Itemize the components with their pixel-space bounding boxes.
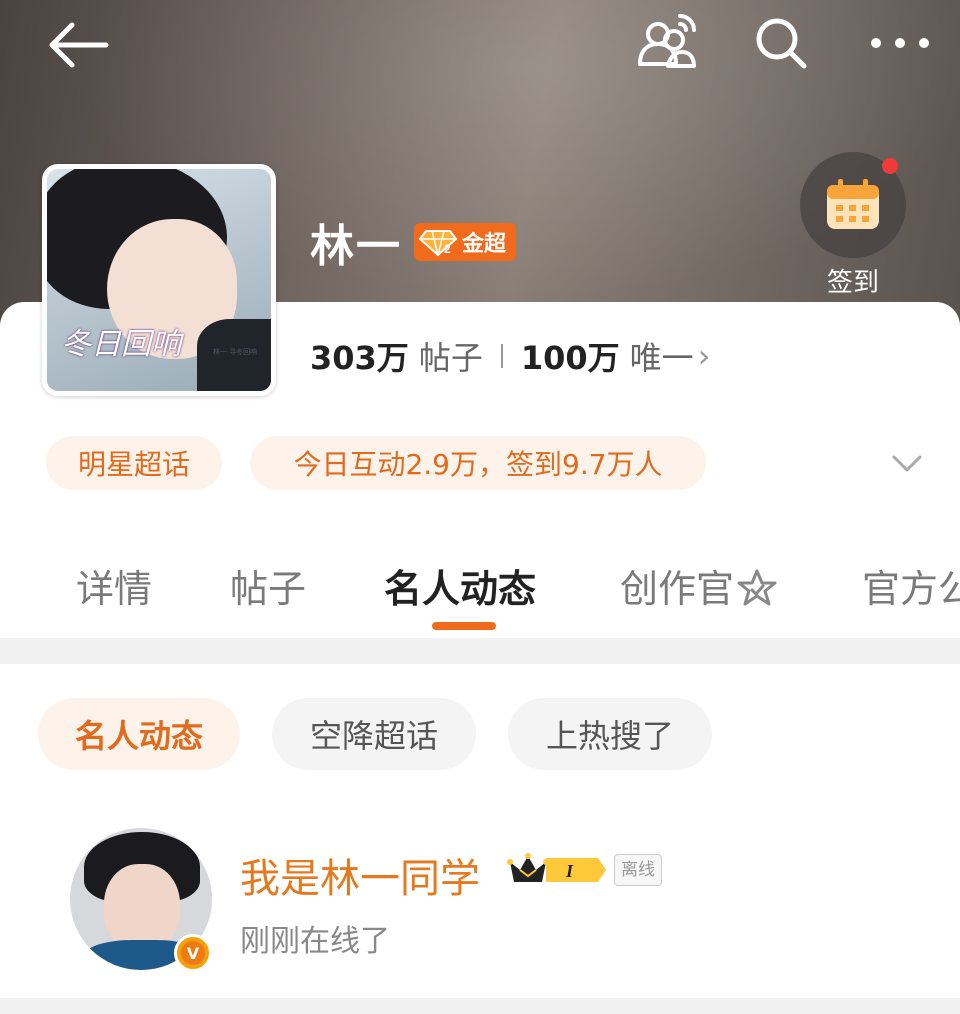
tab-creator[interactable]: 创作官 bbox=[620, 558, 778, 613]
svg-text:2: 2 bbox=[444, 242, 451, 256]
cover-note: 林一 寻冬回响 bbox=[212, 348, 258, 356]
topic-cover-image[interactable]: 冬日回响 林一 寻冬回响 bbox=[42, 164, 276, 396]
topic-stats[interactable]: 303万 帖子 100万 唯一 › bbox=[310, 330, 710, 382]
tab-creator-label: 创作官 bbox=[620, 567, 735, 611]
topic-name: 林一 bbox=[310, 221, 402, 272]
checkin-button[interactable]: 签到 bbox=[800, 152, 908, 298]
arrow-left-icon[interactable] bbox=[44, 20, 110, 70]
members-count: 100万 bbox=[520, 339, 620, 377]
presence-badge: 离线 bbox=[614, 854, 662, 886]
tab-celebrity-updates[interactable]: 名人动态 bbox=[384, 558, 536, 613]
chevron-down-icon[interactable] bbox=[884, 440, 930, 486]
chevron-right-icon: › bbox=[697, 337, 711, 375]
tab-posts[interactable]: 帖子 bbox=[230, 558, 306, 613]
level-badge[interactable]: 2 金超 bbox=[414, 223, 517, 261]
filter-trending[interactable]: 上热搜了 bbox=[508, 698, 712, 770]
cover-coat-shape bbox=[197, 319, 271, 391]
crown-level-text: I bbox=[565, 861, 574, 881]
tab-official[interactable]: 官方公 bbox=[862, 558, 960, 613]
avatar-face-shape bbox=[104, 864, 180, 952]
verified-icon: V bbox=[174, 934, 212, 972]
checkin-label: 签到 bbox=[826, 268, 879, 298]
diamond-level-icon: 2 bbox=[418, 230, 458, 257]
members-label: 唯一 bbox=[629, 339, 694, 377]
filter-celebrity-updates[interactable]: 名人动态 bbox=[38, 698, 240, 770]
topic-title-row: 林一 2 金超 bbox=[310, 212, 517, 272]
tab-details[interactable]: 详情 bbox=[76, 558, 152, 613]
verified-mark: V bbox=[181, 941, 205, 965]
star-badge-icon bbox=[737, 569, 777, 606]
tab-bar: 详情 帖子 名人动态 创作官 官方公 bbox=[0, 540, 960, 630]
stats-divider bbox=[500, 344, 503, 368]
calendar-icon bbox=[827, 179, 879, 229]
notification-dot bbox=[882, 158, 898, 174]
category-chip[interactable]: 明星超话 bbox=[46, 436, 222, 490]
activity-chip[interactable]: 今日互动2.9万，签到9.7万人 bbox=[250, 436, 706, 490]
more-horizontal-icon[interactable] bbox=[866, 26, 934, 60]
cover-title: 冬日回响 bbox=[61, 327, 181, 362]
users-plus-icon[interactable] bbox=[636, 12, 698, 74]
celebrity-status: 刚刚在线了 bbox=[240, 924, 390, 959]
filter-airdrop-topic[interactable]: 空降超话 bbox=[272, 698, 476, 770]
posts-label: 帖子 bbox=[418, 339, 483, 377]
celebrity-name[interactable]: 我是林一同学 bbox=[240, 846, 480, 904]
level-badge-label: 金超 bbox=[462, 232, 507, 257]
active-tab-indicator bbox=[432, 622, 496, 630]
crown-level-icon: I bbox=[507, 853, 606, 882]
search-icon[interactable] bbox=[752, 14, 810, 72]
posts-count: 303万 bbox=[310, 339, 409, 377]
